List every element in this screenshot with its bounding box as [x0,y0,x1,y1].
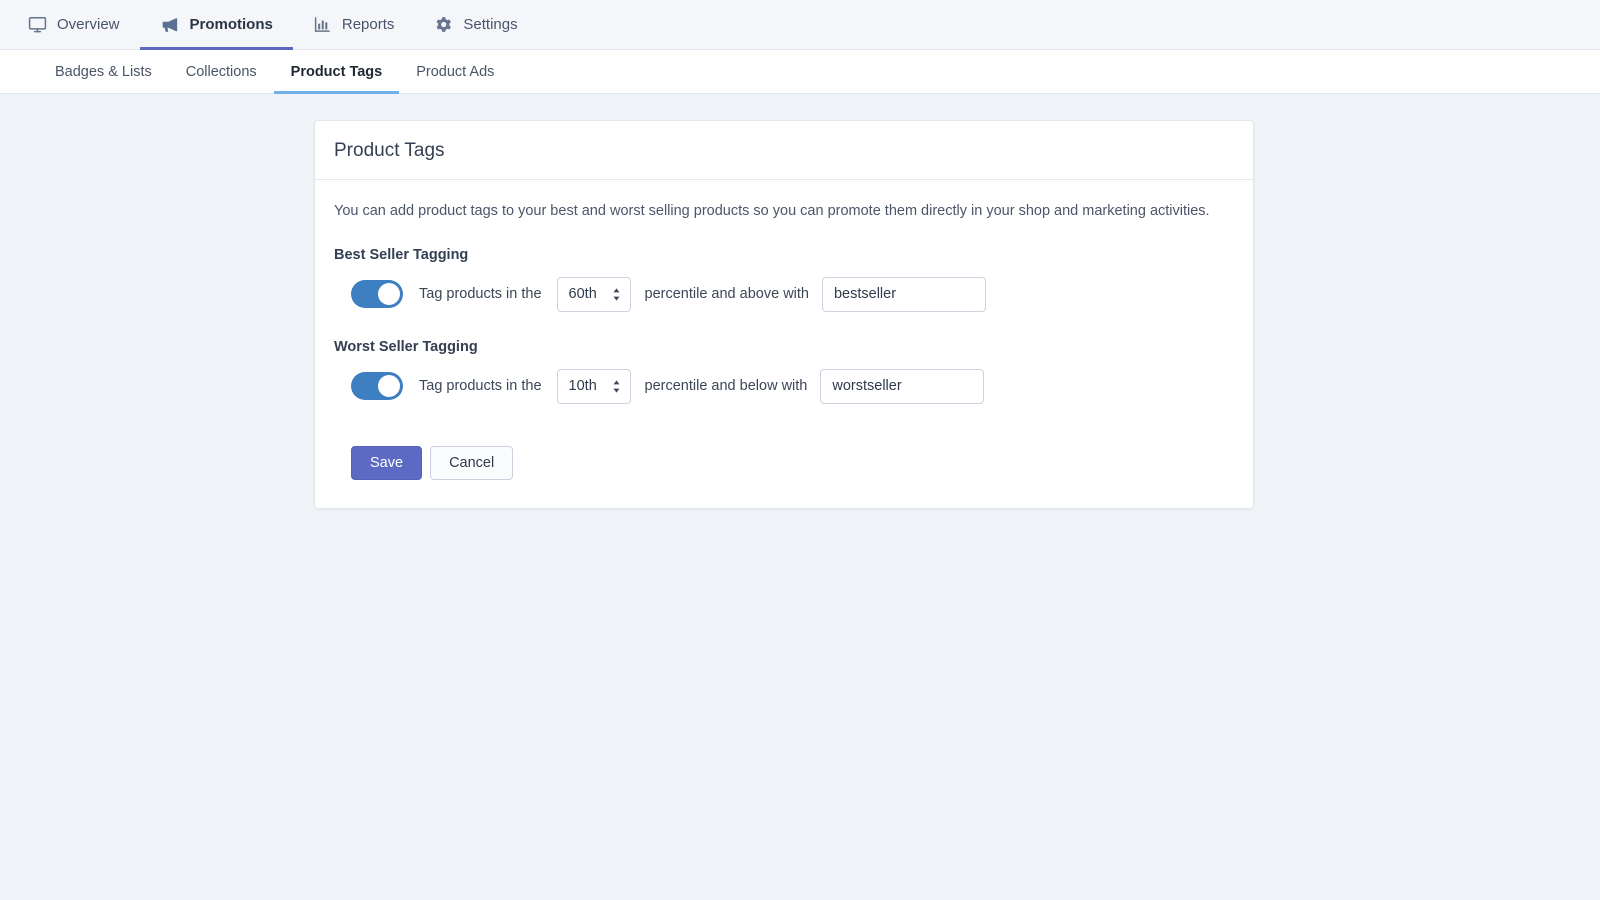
card-body: You can add product tags to your best an… [315,180,1253,508]
worst-seller-percentile-select[interactable]: 10th [556,368,631,404]
form-actions: Save Cancel [334,445,1234,480]
worst-seller-tag-input[interactable]: worstseller [820,368,985,404]
topnav-label-settings: Settings [463,16,518,33]
subnav-label-product-ads: Product Ads [416,63,495,80]
page-content: Product Tags You can add product tags to… [0,94,1600,509]
best-seller-row: Tag products in the 60th percentile and … [334,276,1234,312]
best-seller-tag-input[interactable]: bestseller [821,276,986,312]
toggle-knob [378,283,400,306]
best-seller-percentile-value: 60th [568,286,597,303]
topnav-item-reports[interactable]: Reports [293,0,415,49]
subnav-label-badges-and-lists: Badges & Lists [55,63,152,80]
best-seller-tag-value: bestseller [833,286,897,303]
worst-seller-text-before: Tag products in the [419,378,542,395]
intro-text: You can add product tags to your best an… [334,203,1210,219]
worst-seller-text-after: percentile and below with [644,378,808,395]
top-navigation: Overview Promotions Reports Settings [0,0,1600,50]
subnav-item-product-tags[interactable]: Product Tags [273,50,400,94]
best-seller-toggle[interactable] [351,280,403,309]
worst-seller-percentile-value: 10th [568,378,597,395]
subnav-item-product-ads[interactable]: Product Ads [399,50,511,93]
worst-seller-tag-value: worstseller [832,378,902,395]
topnav-item-settings[interactable]: Settings [414,0,537,49]
topnav-label-promotions: Promotions [189,16,273,33]
chevron-updown-icon [612,287,621,302]
worst-seller-row: Tag products in the 10th percentile and … [334,368,1234,404]
cancel-button[interactable]: Cancel [430,445,514,480]
sub-navigation: Badges & Lists Collections Product Tags … [0,50,1600,94]
gear-icon [434,15,453,34]
card-header: Product Tags [315,121,1253,180]
save-button[interactable]: Save [351,445,423,480]
worst-seller-section-title: Worst Seller Tagging [334,338,478,355]
megaphone-icon [160,15,180,35]
topnav-item-promotions[interactable]: Promotions [139,0,294,50]
product-tags-card: Product Tags You can add product tags to… [314,120,1254,509]
page-title: Product Tags [334,140,445,161]
toggle-knob [378,375,400,398]
chevron-updown-icon [612,379,621,394]
topnav-item-overview[interactable]: Overview [8,0,140,49]
topnav-label-overview: Overview [57,16,120,33]
best-seller-text-before: Tag products in the [419,286,542,303]
best-seller-text-after: percentile and above with [644,286,809,303]
bar-chart-icon [313,15,332,34]
best-seller-section-title: Best Seller Tagging [334,246,469,263]
subnav-item-badges-and-lists[interactable]: Badges & Lists [38,50,169,93]
topnav-label-reports: Reports [341,16,395,33]
best-seller-percentile-select[interactable]: 60th [556,276,631,312]
subnav-label-collections: Collections [185,63,257,80]
subnav-label-product-tags: Product Tags [290,63,383,80]
worst-seller-toggle[interactable] [351,372,403,401]
monitor-icon [28,15,47,34]
subnav-item-collections[interactable]: Collections [169,50,274,93]
